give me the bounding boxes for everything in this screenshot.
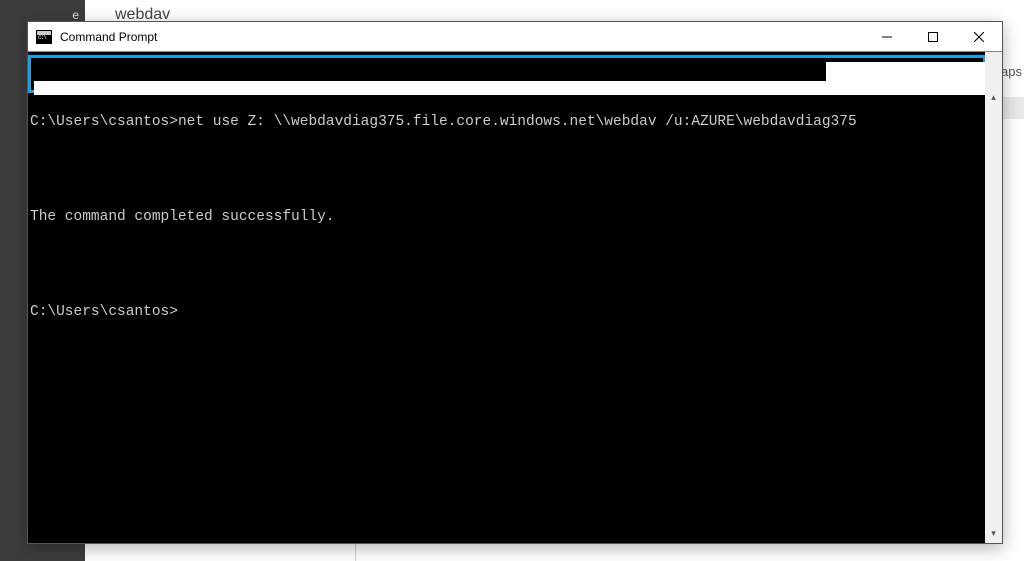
minimize-button[interactable] [864, 22, 910, 52]
terminal-command: net use Z: \\webdavdiag375.file.core.win… [178, 114, 865, 130]
terminal-line: The command completed successfully. [30, 208, 1000, 227]
close-button[interactable] [956, 22, 1002, 52]
terminal-line: C:\Users\csantos>net use Z: \\webdavdiag… [30, 113, 1000, 132]
cmd-icon [36, 30, 52, 44]
highlight-fill [826, 62, 986, 81]
highlight-fill [34, 81, 986, 95]
scrollbar-down-icon[interactable]: ▾ [985, 526, 1002, 543]
background-divider [355, 544, 356, 561]
scrollbar-up-icon[interactable]: ▴ [985, 90, 1002, 107]
terminal-line: C:\Users\csantos> [30, 303, 1000, 322]
terminal-body[interactable]: C:\Users\csantos>net use Z: \\webdavdiag… [28, 52, 1002, 543]
maximize-button[interactable] [910, 22, 956, 52]
terminal-prompt: C:\Users\csantos> [30, 304, 178, 320]
command-prompt-window: Command Prompt C:\Users\csantos>net use … [27, 21, 1003, 544]
background-right-row [1000, 97, 1024, 119]
window-titlebar[interactable]: Command Prompt [28, 22, 1002, 52]
command-highlight-box [28, 55, 986, 93]
window-title: Command Prompt [52, 30, 864, 44]
terminal-prompt: C:\Users\csantos> [30, 114, 178, 130]
